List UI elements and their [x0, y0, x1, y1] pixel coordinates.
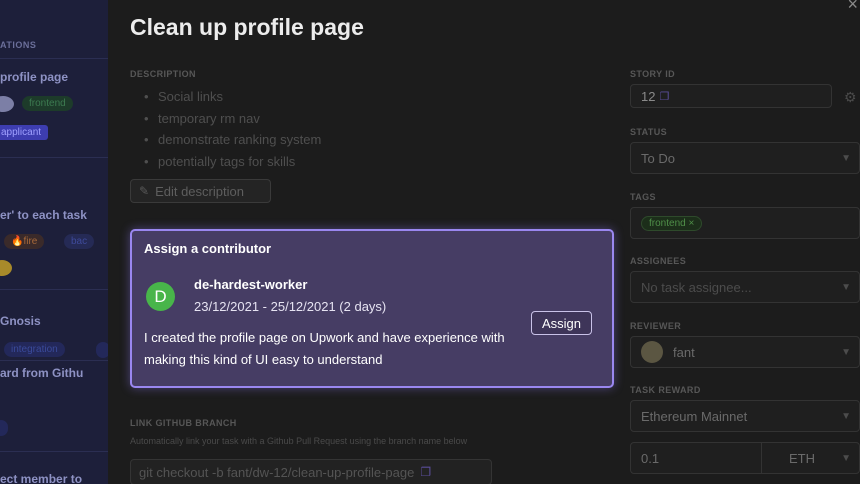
list-item: Social links — [130, 86, 321, 108]
modal-title: Clean up profile page — [130, 14, 364, 40]
status-value: To Do — [641, 150, 675, 166]
assign-heading: Assign a contributor — [144, 241, 272, 256]
task-reward-label: TASK REWARD — [630, 385, 701, 395]
reviewer-label: REVIEWER — [630, 321, 682, 331]
story-id-field[interactable]: 12 ❐ — [630, 84, 832, 108]
github-branch-label: LINK GITHUB BRANCH — [130, 418, 237, 428]
token-value[interactable]: ETH — [789, 451, 815, 466]
close-icon[interactable]: × — [847, 0, 858, 15]
chevron-down-icon: ▼ — [841, 410, 851, 422]
avatar: D — [146, 282, 175, 311]
gear-icon[interactable]: ⚙ — [844, 89, 857, 106]
assign-button[interactable]: Assign — [531, 311, 592, 335]
board-task-title[interactable]: er' to each task — [0, 208, 87, 222]
tag-label: frontend — [649, 217, 686, 229]
chevron-down-icon: ▼ — [841, 346, 851, 358]
avatar — [0, 260, 12, 276]
applicant-dates: 23/12/2021 - 25/12/2021 (2 days) — [194, 299, 387, 314]
pencil-icon: ✎ — [139, 184, 150, 198]
assignees-placeholder: No task assignee... — [641, 279, 752, 295]
avatar — [641, 341, 663, 363]
tags-label: TAGS — [630, 192, 656, 202]
background-board: ATIONS profile page frontend applicant e… — [0, 0, 108, 484]
applicant-message: I created the profile page on Upwork and… — [144, 330, 505, 367]
edit-description-label: Edit description — [155, 183, 244, 199]
tags-field[interactable]: frontend × — [630, 207, 860, 239]
board-tag-chip: frontend — [22, 96, 73, 111]
github-branch-field[interactable]: git checkout -b fant/dw-12/clean-up-prof… — [130, 459, 492, 484]
chevron-down-icon: ▼ — [841, 281, 851, 293]
copy-icon[interactable]: ❐ — [659, 90, 669, 103]
divider — [0, 360, 108, 361]
github-branch-command: git checkout -b fant/dw-12/clean-up-prof… — [139, 464, 415, 480]
divider — [0, 289, 108, 290]
story-id-value: 12 — [641, 88, 656, 104]
avatar — [0, 96, 14, 112]
assignees-select[interactable]: No task assignee... ▼ — [630, 271, 860, 303]
copy-icon[interactable]: ❐ — [420, 465, 431, 479]
tag-chip[interactable]: frontend × — [641, 215, 703, 231]
status-select[interactable]: To Do ▼ — [630, 142, 860, 174]
board-task-title[interactable]: Gnosis — [0, 314, 41, 328]
board-tag-chip: bac — [64, 234, 95, 249]
reviewer-value: fant — [673, 344, 695, 360]
divider — [761, 443, 762, 473]
board-tag-chip: integration — [4, 342, 65, 357]
chevron-down-icon: ▼ — [841, 452, 851, 464]
applicant-name: de-hardest-worker — [194, 277, 308, 292]
list-item: demonstrate ranking system — [130, 129, 321, 151]
board-task-title[interactable]: ard from Githu — [0, 366, 83, 380]
divider — [0, 58, 108, 59]
story-id-label: STORY ID — [630, 69, 676, 79]
divider — [0, 157, 108, 158]
description-list: Social links temporary rm nav demonstrat… — [130, 86, 321, 172]
github-branch-subtext: Automatically link your task with a Gith… — [130, 436, 468, 446]
board-task-title[interactable]: ect member to — [0, 472, 82, 484]
reward-amount: 0.1 — [641, 450, 660, 466]
task-modal: × Clean up profile page DESCRIPTION Soci… — [108, 0, 860, 484]
board-tag-chip — [96, 342, 108, 358]
reviewer-select[interactable]: fant ▼ — [630, 336, 860, 368]
board-tag-chip — [0, 420, 8, 436]
assign-contributor-panel: Assign a contributor D de-hardest-worker… — [130, 229, 614, 388]
network-select[interactable]: Ethereum Mainnet ▼ — [630, 400, 860, 432]
board-tag-chip: 🔥fire — [4, 234, 45, 249]
board-section-label: ATIONS — [0, 40, 37, 50]
list-item: temporary rm nav — [130, 108, 321, 130]
status-label: STATUS — [630, 127, 668, 137]
assignees-label: ASSIGNEES — [630, 256, 687, 266]
network-value: Ethereum Mainnet — [641, 408, 748, 424]
board-task-title[interactable]: profile page — [0, 70, 68, 84]
edit-description-button[interactable]: ✎ Edit description — [130, 179, 271, 203]
chevron-down-icon: ▼ — [841, 152, 851, 164]
applicant-badge: applicant — [0, 125, 49, 140]
list-item: potentially tags for skills — [130, 151, 321, 173]
reward-amount-field[interactable]: 0.1 ETH ▼ — [630, 442, 860, 474]
description-label: DESCRIPTION — [130, 69, 196, 79]
divider — [0, 451, 108, 452]
